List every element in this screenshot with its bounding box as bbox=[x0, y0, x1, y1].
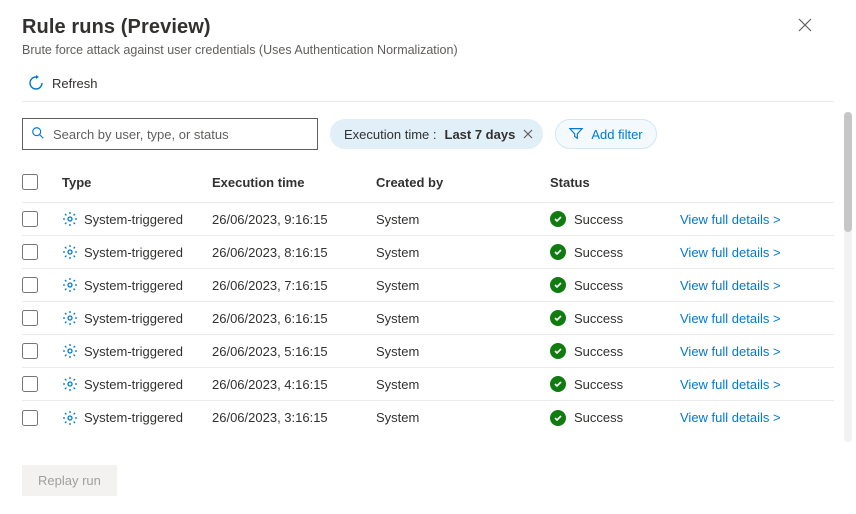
gear-icon bbox=[62, 310, 78, 326]
refresh-label: Refresh bbox=[52, 76, 98, 91]
success-icon bbox=[550, 310, 566, 326]
scroll-thumb[interactable] bbox=[844, 112, 852, 232]
row-type: System-triggered bbox=[84, 311, 183, 326]
table-row: System-triggered 26/06/2023, 7:16:15Syste… bbox=[22, 269, 834, 302]
success-icon bbox=[550, 410, 566, 426]
close-button[interactable] bbox=[796, 16, 834, 38]
refresh-icon bbox=[28, 75, 44, 91]
gear-icon bbox=[62, 343, 78, 359]
filter-prefix: Execution time : bbox=[344, 127, 437, 142]
row-by: System bbox=[376, 245, 550, 260]
row-type: System-triggered bbox=[84, 377, 183, 392]
success-icon bbox=[550, 343, 566, 359]
row-type: System-triggered bbox=[84, 245, 183, 260]
row-checkbox[interactable] bbox=[22, 211, 38, 227]
row-status: Success bbox=[574, 377, 623, 392]
row-type: System-triggered bbox=[84, 278, 183, 293]
view-details-link[interactable]: View full details > bbox=[680, 212, 781, 227]
row-checkbox[interactable] bbox=[22, 277, 38, 293]
row-status: Success bbox=[574, 278, 623, 293]
view-details-link[interactable]: View full details > bbox=[680, 278, 781, 293]
row-time: 26/06/2023, 4:16:15 bbox=[212, 377, 376, 392]
page-title: Rule runs (Preview) bbox=[22, 16, 458, 39]
filter-icon bbox=[569, 126, 583, 143]
row-checkbox[interactable] bbox=[22, 376, 38, 392]
row-time: 26/06/2023, 6:16:15 bbox=[212, 311, 376, 326]
row-time: 26/06/2023, 5:16:15 bbox=[212, 344, 376, 359]
row-by: System bbox=[376, 278, 550, 293]
table-header: Type Execution time Created by Status bbox=[22, 174, 834, 203]
row-by: System bbox=[376, 410, 550, 425]
success-icon bbox=[550, 277, 566, 293]
view-details-link[interactable]: View full details > bbox=[680, 410, 781, 425]
success-icon bbox=[550, 211, 566, 227]
view-details-link[interactable]: View full details > bbox=[680, 311, 781, 326]
row-type: System-triggered bbox=[84, 344, 183, 359]
replay-run-button: Replay run bbox=[22, 465, 117, 496]
table-row: System-triggered 26/06/2023, 3:16:15Syste… bbox=[22, 401, 834, 434]
view-details-link[interactable]: View full details > bbox=[680, 344, 781, 359]
row-status: Success bbox=[574, 311, 623, 326]
row-by: System bbox=[376, 377, 550, 392]
row-checkbox[interactable] bbox=[22, 310, 38, 326]
row-type: System-triggered bbox=[84, 212, 183, 227]
view-details-link[interactable]: View full details > bbox=[680, 245, 781, 260]
row-status: Success bbox=[574, 212, 623, 227]
row-status: Success bbox=[574, 410, 623, 425]
select-all-checkbox[interactable] bbox=[22, 174, 38, 190]
row-by: System bbox=[376, 212, 550, 227]
gear-icon bbox=[62, 376, 78, 392]
row-checkbox[interactable] bbox=[22, 244, 38, 260]
row-checkbox[interactable] bbox=[22, 343, 38, 359]
row-by: System bbox=[376, 311, 550, 326]
col-by[interactable]: Created by bbox=[376, 175, 550, 190]
search-box[interactable] bbox=[22, 118, 318, 150]
row-time: 26/06/2023, 3:16:15 bbox=[212, 410, 376, 425]
close-icon bbox=[798, 18, 812, 32]
add-filter-button[interactable]: Add filter bbox=[555, 119, 656, 149]
page-subtitle: Brute force attack against user credenti… bbox=[22, 43, 458, 57]
table-row: System-triggered 26/06/2023, 8:16:15Syste… bbox=[22, 236, 834, 269]
col-status[interactable]: Status bbox=[550, 175, 680, 190]
filter-pill-execution-time[interactable]: Execution time : Last 7 days bbox=[330, 119, 543, 149]
col-type[interactable]: Type bbox=[62, 175, 212, 190]
view-details-link[interactable]: View full details > bbox=[680, 377, 781, 392]
col-time[interactable]: Execution time bbox=[212, 175, 376, 190]
gear-icon bbox=[62, 410, 78, 426]
table-row: System-triggered 26/06/2023, 6:16:15Syste… bbox=[22, 302, 834, 335]
add-filter-label: Add filter bbox=[591, 127, 642, 142]
search-input[interactable] bbox=[53, 127, 309, 142]
row-by: System bbox=[376, 344, 550, 359]
row-status: Success bbox=[574, 245, 623, 260]
filter-remove-button[interactable] bbox=[523, 127, 533, 142]
table-row: System-triggered 26/06/2023, 5:16:15Syste… bbox=[22, 335, 834, 368]
row-time: 26/06/2023, 8:16:15 bbox=[212, 245, 376, 260]
table-row: System-triggered 26/06/2023, 9:16:15Syste… bbox=[22, 203, 834, 236]
filter-value: Last 7 days bbox=[445, 127, 516, 142]
gear-icon bbox=[62, 277, 78, 293]
row-status: Success bbox=[574, 344, 623, 359]
row-type: System-triggered bbox=[84, 410, 183, 425]
row-time: 26/06/2023, 7:16:15 bbox=[212, 278, 376, 293]
search-icon bbox=[31, 126, 45, 143]
row-checkbox[interactable] bbox=[22, 410, 38, 426]
gear-icon bbox=[62, 244, 78, 260]
success-icon bbox=[550, 244, 566, 260]
refresh-button[interactable]: Refresh bbox=[22, 75, 834, 102]
scrollbar[interactable] bbox=[844, 112, 852, 442]
table-row: System-triggered 26/06/2023, 4:16:15Syste… bbox=[22, 368, 834, 401]
row-time: 26/06/2023, 9:16:15 bbox=[212, 212, 376, 227]
success-icon bbox=[550, 376, 566, 392]
close-icon bbox=[523, 129, 533, 139]
gear-icon bbox=[62, 211, 78, 227]
results-table: Type Execution time Created by Status Sy… bbox=[22, 174, 834, 455]
